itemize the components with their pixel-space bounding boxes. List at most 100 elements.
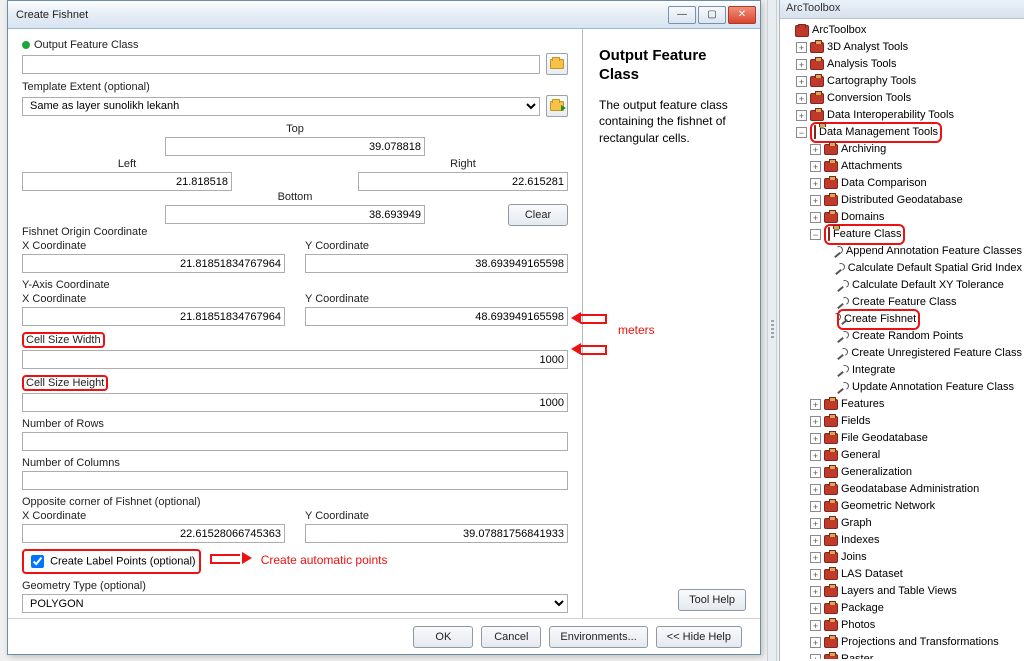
expand-icon[interactable]: + — [810, 195, 821, 206]
tree-tool[interactable]: Calculate Default XY Tolerance — [782, 277, 1022, 294]
cell-height-input[interactable] — [22, 393, 568, 412]
tree-tool[interactable]: Create Random Points — [782, 328, 1022, 345]
tree-tool[interactable]: Create Unregistered Feature Class — [782, 345, 1022, 362]
collapse-icon[interactable]: − — [796, 127, 807, 138]
tree-item[interactable]: +Joins — [782, 549, 1022, 566]
tree-item[interactable]: +LAS Dataset — [782, 566, 1022, 583]
expand-icon[interactable]: + — [796, 76, 807, 87]
geometry-type-select[interactable]: POLYGON — [22, 594, 568, 613]
minimize-button[interactable]: — — [668, 6, 696, 24]
tree-item[interactable]: +Attachments — [782, 158, 1022, 175]
tree-item[interactable]: +Package — [782, 600, 1022, 617]
hide-help-button[interactable]: << Hide Help — [656, 626, 742, 648]
browse-extent-button[interactable] — [546, 95, 568, 117]
expand-icon[interactable]: + — [796, 110, 807, 121]
tree-item[interactable]: +Analysis Tools — [782, 56, 1022, 73]
cell-width-input[interactable] — [22, 350, 568, 369]
tree-item[interactable]: +Raster — [782, 651, 1022, 659]
tree-item[interactable]: +Projections and Transformations — [782, 634, 1022, 651]
tree-root[interactable]: ArcToolbox — [782, 22, 1022, 39]
cancel-button[interactable]: Cancel — [481, 626, 541, 648]
tree-item[interactable]: +Fields — [782, 413, 1022, 430]
create-label-points-checkbox[interactable] — [31, 555, 44, 568]
ok-button[interactable]: OK — [413, 626, 473, 648]
tree-item[interactable]: +Domains — [782, 209, 1022, 226]
tool-help-button[interactable]: Tool Help — [678, 589, 746, 611]
tree-item[interactable]: +3D Analyst Tools — [782, 39, 1022, 56]
window-title: Create Fishnet — [16, 9, 668, 21]
browse-output-button[interactable] — [546, 53, 568, 75]
maximize-button[interactable]: ▢ — [698, 6, 726, 24]
num-cols-input[interactable] — [22, 471, 568, 490]
opp-y-input[interactable] — [305, 524, 568, 543]
tree-item[interactable]: +File Geodatabase — [782, 430, 1022, 447]
tree-item[interactable]: +General — [782, 447, 1022, 464]
environments-button[interactable]: Environments... — [549, 626, 647, 648]
tree-tool[interactable]: Append Annotation Feature Classes — [782, 243, 1022, 260]
origin-x-input[interactable] — [22, 254, 285, 273]
required-dot-icon — [22, 41, 30, 49]
template-extent-select[interactable]: Same as layer sunolikh lekanh — [22, 97, 540, 116]
tree-tool[interactable]: Calculate Default Spatial Grid Index — [782, 260, 1022, 277]
yaxis-x-input[interactable] — [22, 307, 285, 326]
opp-x-input[interactable] — [22, 524, 285, 543]
expand-icon[interactable]: + — [810, 586, 821, 597]
tree-item[interactable]: +Layers and Table Views — [782, 583, 1022, 600]
collapse-icon[interactable]: − — [810, 229, 821, 240]
expand-icon[interactable]: + — [810, 212, 821, 223]
expand-icon[interactable]: + — [810, 484, 821, 495]
expand-icon[interactable]: + — [810, 552, 821, 563]
expand-icon[interactable]: + — [810, 535, 821, 546]
tree-item[interactable]: +Generalization — [782, 464, 1022, 481]
tree-item[interactable]: +Geodatabase Administration — [782, 481, 1022, 498]
tree-item-feature-class[interactable]: −Feature Class — [782, 226, 1022, 243]
arctoolbox-tree[interactable]: ArcToolbox +3D Analyst Tools +Analysis T… — [780, 19, 1024, 659]
expand-icon[interactable]: + — [810, 518, 821, 529]
expand-icon[interactable]: + — [810, 161, 821, 172]
cell-width-label: Cell Size Width — [22, 332, 568, 348]
expand-icon[interactable]: + — [810, 501, 821, 512]
tree-item[interactable]: +Geometric Network — [782, 498, 1022, 515]
expand-icon[interactable]: + — [796, 42, 807, 53]
expand-icon[interactable]: + — [810, 450, 821, 461]
yaxis-x-label: X Coordinate — [22, 293, 285, 305]
expand-icon[interactable]: + — [810, 416, 821, 427]
expand-icon[interactable]: + — [810, 603, 821, 614]
yaxis-y-input[interactable] — [305, 307, 568, 326]
expand-icon[interactable]: + — [796, 59, 807, 70]
expand-icon[interactable]: + — [810, 399, 821, 410]
close-button[interactable]: ✕ — [728, 6, 756, 24]
origin-y-input[interactable] — [305, 254, 568, 273]
tree-item[interactable]: +Features — [782, 396, 1022, 413]
tree-item[interactable]: +Indexes — [782, 532, 1022, 549]
tree-item[interactable]: +Cartography Tools — [782, 73, 1022, 90]
splitter[interactable] — [767, 0, 777, 661]
expand-icon[interactable]: + — [810, 569, 821, 580]
expand-icon[interactable]: + — [810, 637, 821, 648]
num-rows-input[interactable] — [22, 432, 568, 451]
extent-left-input[interactable] — [22, 172, 232, 191]
expand-icon[interactable]: + — [796, 93, 807, 104]
extent-right-input[interactable] — [358, 172, 568, 191]
tree-tool[interactable]: Integrate — [782, 362, 1022, 379]
expand-icon[interactable]: + — [810, 467, 821, 478]
expand-icon[interactable]: + — [810, 433, 821, 444]
tree-item[interactable]: +Data Comparison — [782, 175, 1022, 192]
tree-item[interactable]: +Photos — [782, 617, 1022, 634]
tree-item[interactable]: +Distributed Geodatabase — [782, 192, 1022, 209]
extent-bottom-input[interactable] — [165, 205, 425, 224]
expand-icon[interactable]: + — [810, 178, 821, 189]
tree-item[interactable]: +Archiving — [782, 141, 1022, 158]
tree-item[interactable]: +Conversion Tools — [782, 90, 1022, 107]
output-feature-class-input[interactable] — [22, 55, 540, 74]
tree-tool-create-fishnet[interactable]: Create Fishnet — [782, 311, 1022, 328]
expand-icon[interactable]: + — [810, 620, 821, 631]
extent-top-input[interactable] — [165, 137, 425, 156]
tree-item-data-management[interactable]: −Data Management Tools — [782, 124, 1022, 141]
clear-extent-button[interactable]: Clear — [508, 204, 568, 226]
tree-tool[interactable]: Update Annotation Feature Class — [782, 379, 1022, 396]
tree-item[interactable]: +Graph — [782, 515, 1022, 532]
expand-icon[interactable]: + — [810, 654, 821, 659]
expand-icon[interactable]: + — [810, 144, 821, 155]
titlebar[interactable]: Create Fishnet — ▢ ✕ — [8, 1, 760, 29]
